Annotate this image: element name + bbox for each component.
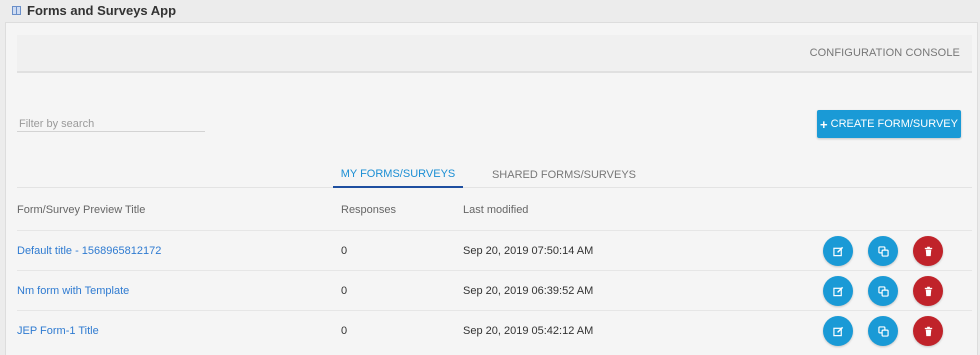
delete-button[interactable] [913, 316, 943, 346]
edit-icon [832, 286, 843, 296]
trash-icon [924, 246, 932, 256]
copy-icon [877, 325, 889, 337]
create-form-label: CREATE FORM/SURVEY [830, 118, 958, 130]
column-header-last-modified: Last modified [463, 204, 529, 216]
form-title-link[interactable]: Default title - 1568965812172 [17, 231, 161, 271]
search-input[interactable] [17, 116, 205, 132]
form-title-link[interactable]: Nm form with Template [17, 271, 129, 311]
app-icon [12, 5, 21, 15]
table-row: Nm form with Template 0 Sep 20, 2019 06:… [17, 270, 972, 310]
copy-icon [877, 285, 889, 297]
trash-icon [924, 286, 932, 296]
edit-button[interactable] [823, 276, 853, 306]
responses-count: 0 [341, 245, 348, 257]
tab-my-forms[interactable]: MY FORMS/SURVEYS [333, 161, 463, 188]
copy-button[interactable] [868, 236, 898, 266]
delete-button[interactable] [913, 236, 943, 266]
last-modified: Sep 20, 2019 05:42:12 AM [463, 325, 594, 337]
tab-bar: MY FORMS/SURVEYS SHARED FORMS/SURVEYS [17, 161, 972, 188]
tab-shared-forms[interactable]: SHARED FORMS/SURVEYS [483, 161, 645, 188]
configuration-console-link[interactable]: CONFIGURATION CONSOLE [810, 47, 960, 59]
last-modified: Sep 20, 2019 07:50:14 AM [463, 245, 594, 257]
create-form-button[interactable]: + CREATE FORM/SURVEY [817, 110, 961, 138]
app-header: Forms and Surveys App [0, 0, 980, 20]
console-bar: CONFIGURATION CONSOLE [17, 35, 972, 73]
delete-button[interactable] [913, 276, 943, 306]
column-header-title: Form/Survey Preview Title [17, 204, 146, 216]
responses-count: 0 [341, 285, 348, 297]
plus-icon: + [820, 116, 828, 132]
edit-button[interactable] [823, 236, 853, 266]
table-row: JEP Form-1 Title 0 Sep 20, 2019 05:42:12… [17, 310, 972, 350]
responses-count: 0 [341, 325, 348, 337]
last-modified: Sep 20, 2019 06:39:52 AM [463, 285, 594, 297]
trash-icon [924, 326, 932, 336]
main-panel: CONFIGURATION CONSOLE + CREATE FORM/SURV… [5, 22, 978, 355]
edit-icon [832, 326, 843, 336]
app-title: Forms and Surveys App [27, 2, 177, 18]
edit-icon [832, 246, 843, 256]
copy-button[interactable] [868, 276, 898, 306]
copy-button[interactable] [868, 316, 898, 346]
form-title-link[interactable]: JEP Form-1 Title [17, 311, 99, 351]
column-header-responses: Responses [341, 204, 397, 216]
table-row: Default title - 1568965812172 0 Sep 20, … [17, 230, 972, 270]
copy-icon [877, 245, 889, 257]
edit-button[interactable] [823, 316, 853, 346]
